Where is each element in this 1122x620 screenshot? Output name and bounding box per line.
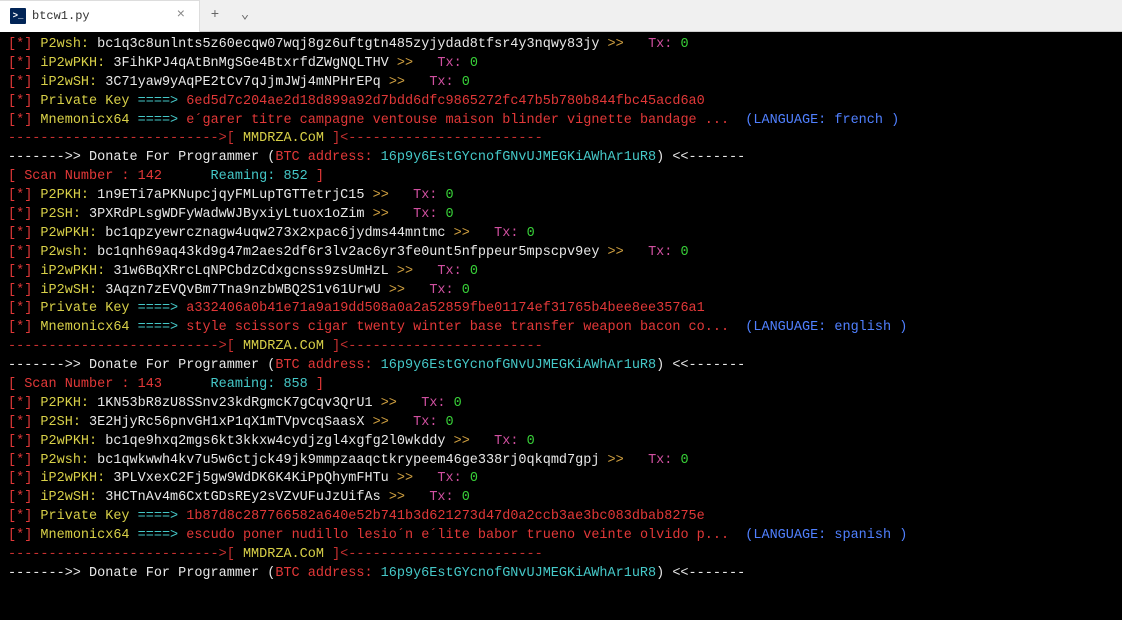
tab-title: btcw1.py <box>32 8 167 25</box>
terminal-output: [*] P2wsh: bc1q3c8unlnts5z60ecqw07wqj8gz… <box>0 32 1122 620</box>
new-tab-button[interactable]: + <box>200 0 230 32</box>
tab-active[interactable]: >_ btcw1.py × <box>0 0 200 32</box>
close-icon[interactable]: × <box>173 4 189 28</box>
powershell-icon: >_ <box>10 8 26 24</box>
titlebar: >_ btcw1.py × + ⌄ <box>0 0 1122 32</box>
tab-dropdown-button[interactable]: ⌄ <box>230 0 260 32</box>
